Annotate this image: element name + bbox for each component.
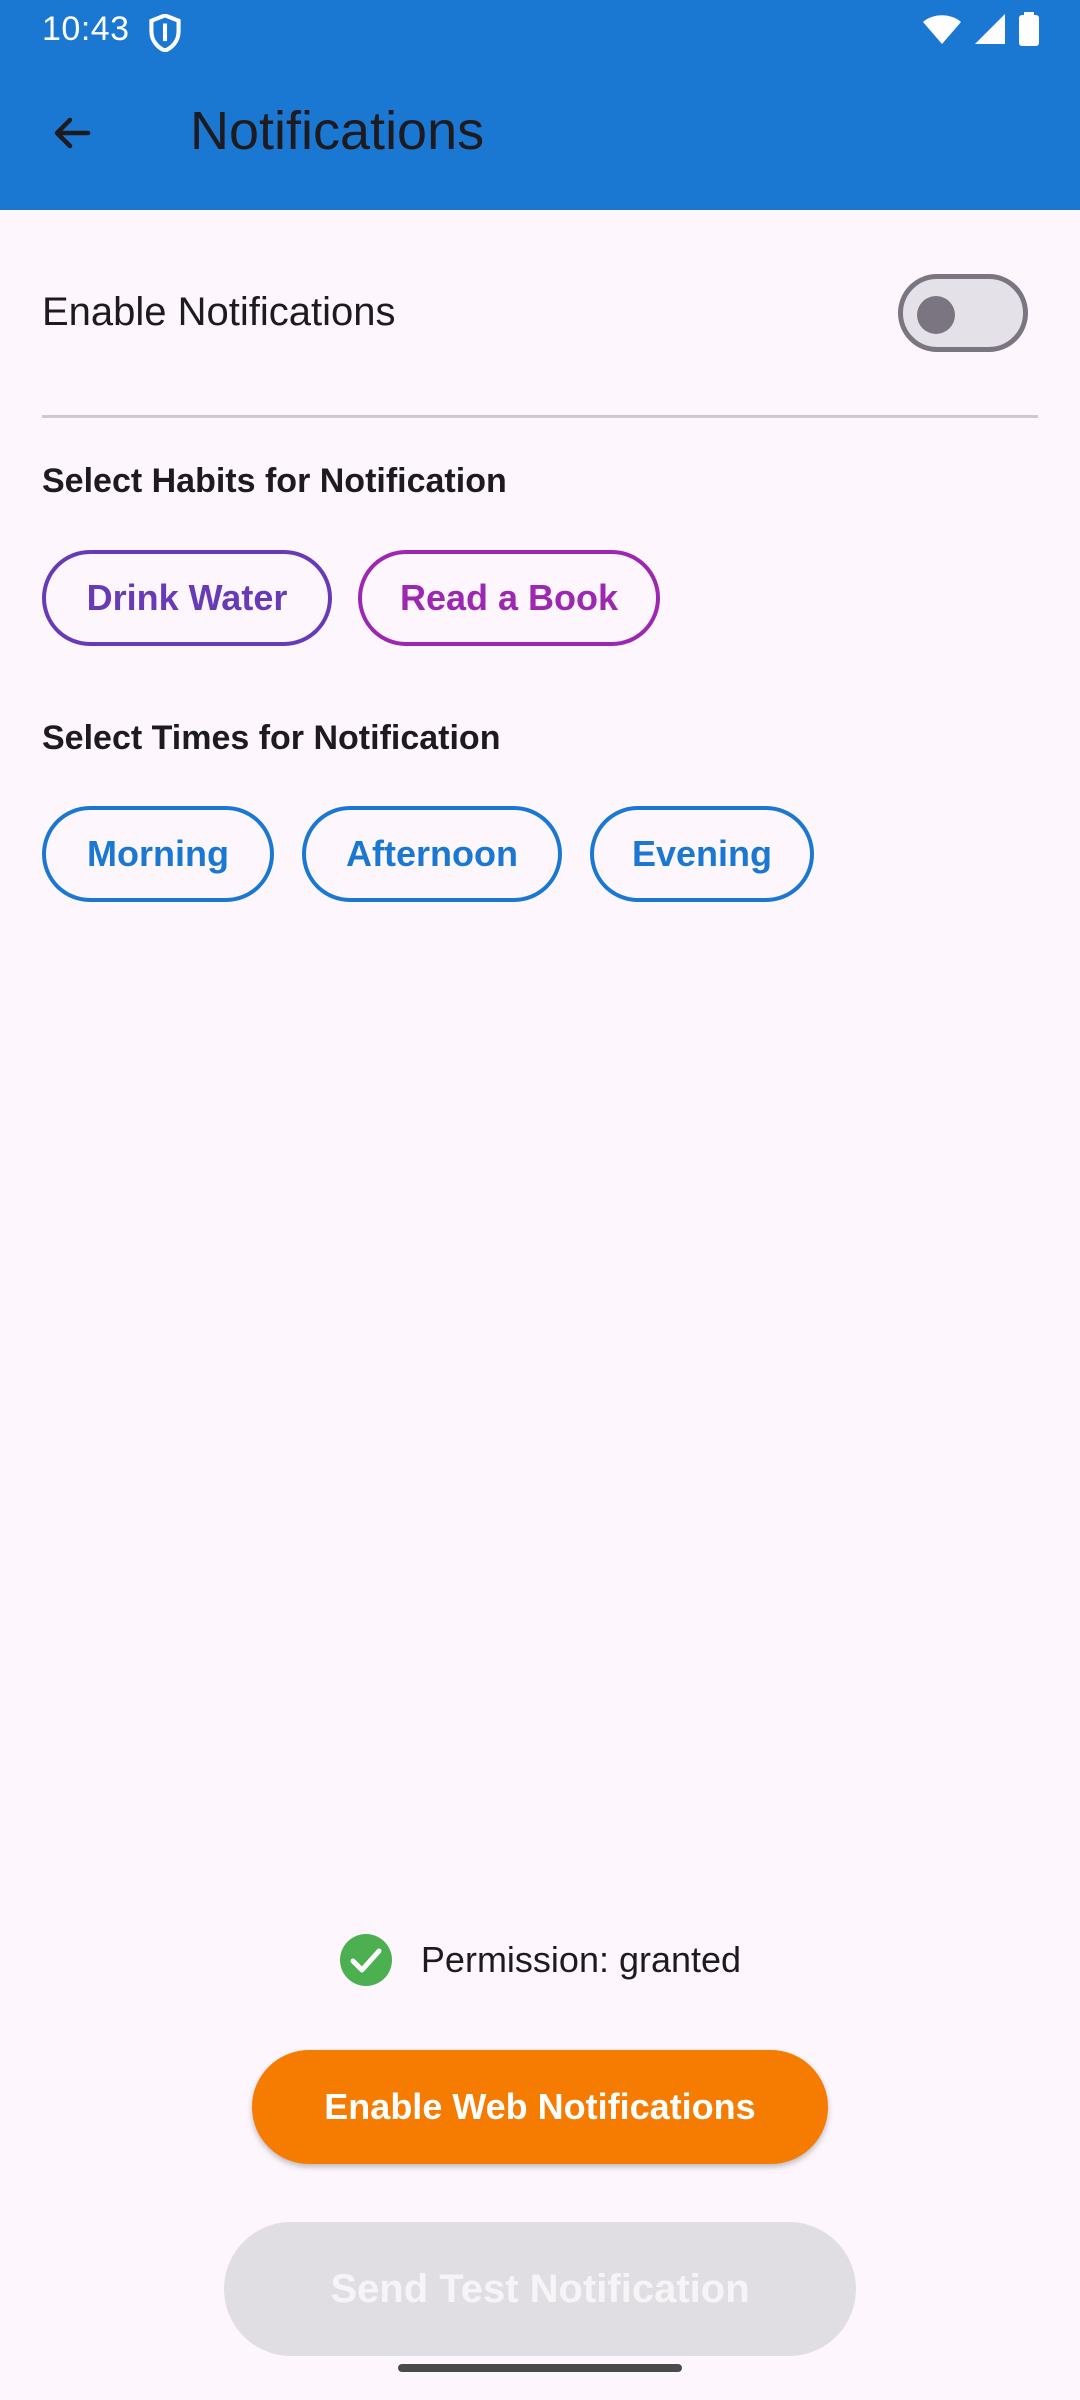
- home-indicator[interactable]: [398, 2364, 682, 2372]
- habit-chip-label: Drink Water: [86, 577, 288, 618]
- arrow-back-icon: [54, 117, 91, 149]
- time-chip-label: Evening: [631, 833, 773, 874]
- shield-icon: [149, 14, 181, 52]
- send-test-notification-button[interactable]: Send Test Notification: [224, 2222, 856, 2356]
- enable-web-notifications-button[interactable]: Enable Web Notifications: [252, 2050, 828, 2164]
- time-chip-label: Morning: [87, 833, 229, 874]
- enable-notifications-switch[interactable]: [898, 274, 1028, 352]
- status-bar: 10:43: [0, 0, 1080, 64]
- habit-chip-drink-water[interactable]: Drink Water: [42, 550, 332, 646]
- habit-chip-read-a-book[interactable]: Read a Book: [358, 550, 660, 646]
- check-circle-icon: [339, 1934, 392, 1986]
- divider: [42, 415, 1038, 418]
- time-chip-morning[interactable]: Morning: [42, 806, 274, 902]
- enable-notifications-label: Enable Notifications: [42, 290, 396, 334]
- permission-text: Permission: granted: [420, 1939, 742, 1980]
- habits-section-heading: Select Habits for Notification: [42, 462, 507, 500]
- status-icons: [922, 12, 1040, 46]
- status-time: 10:43: [42, 10, 130, 48]
- switch-thumb: [917, 296, 955, 334]
- battery-icon: [1019, 12, 1039, 46]
- wifi-icon: [923, 15, 961, 44]
- time-chip-label: Afternoon: [346, 833, 518, 874]
- permission-status: Permission: granted: [0, 1930, 1080, 1990]
- enable-notifications-row[interactable]: Enable Notifications: [42, 270, 1038, 360]
- time-chip-evening[interactable]: Evening: [590, 806, 814, 902]
- app-bar: Notifications: [0, 64, 1080, 210]
- time-chip-afternoon[interactable]: Afternoon: [302, 806, 562, 902]
- times-section-heading: Select Times for Notification: [42, 719, 501, 757]
- signal-icon: [975, 14, 1005, 44]
- habit-chip-label: Read a Book: [399, 577, 619, 618]
- back-button[interactable]: [36, 97, 108, 169]
- page-title: Notifications: [190, 101, 485, 161]
